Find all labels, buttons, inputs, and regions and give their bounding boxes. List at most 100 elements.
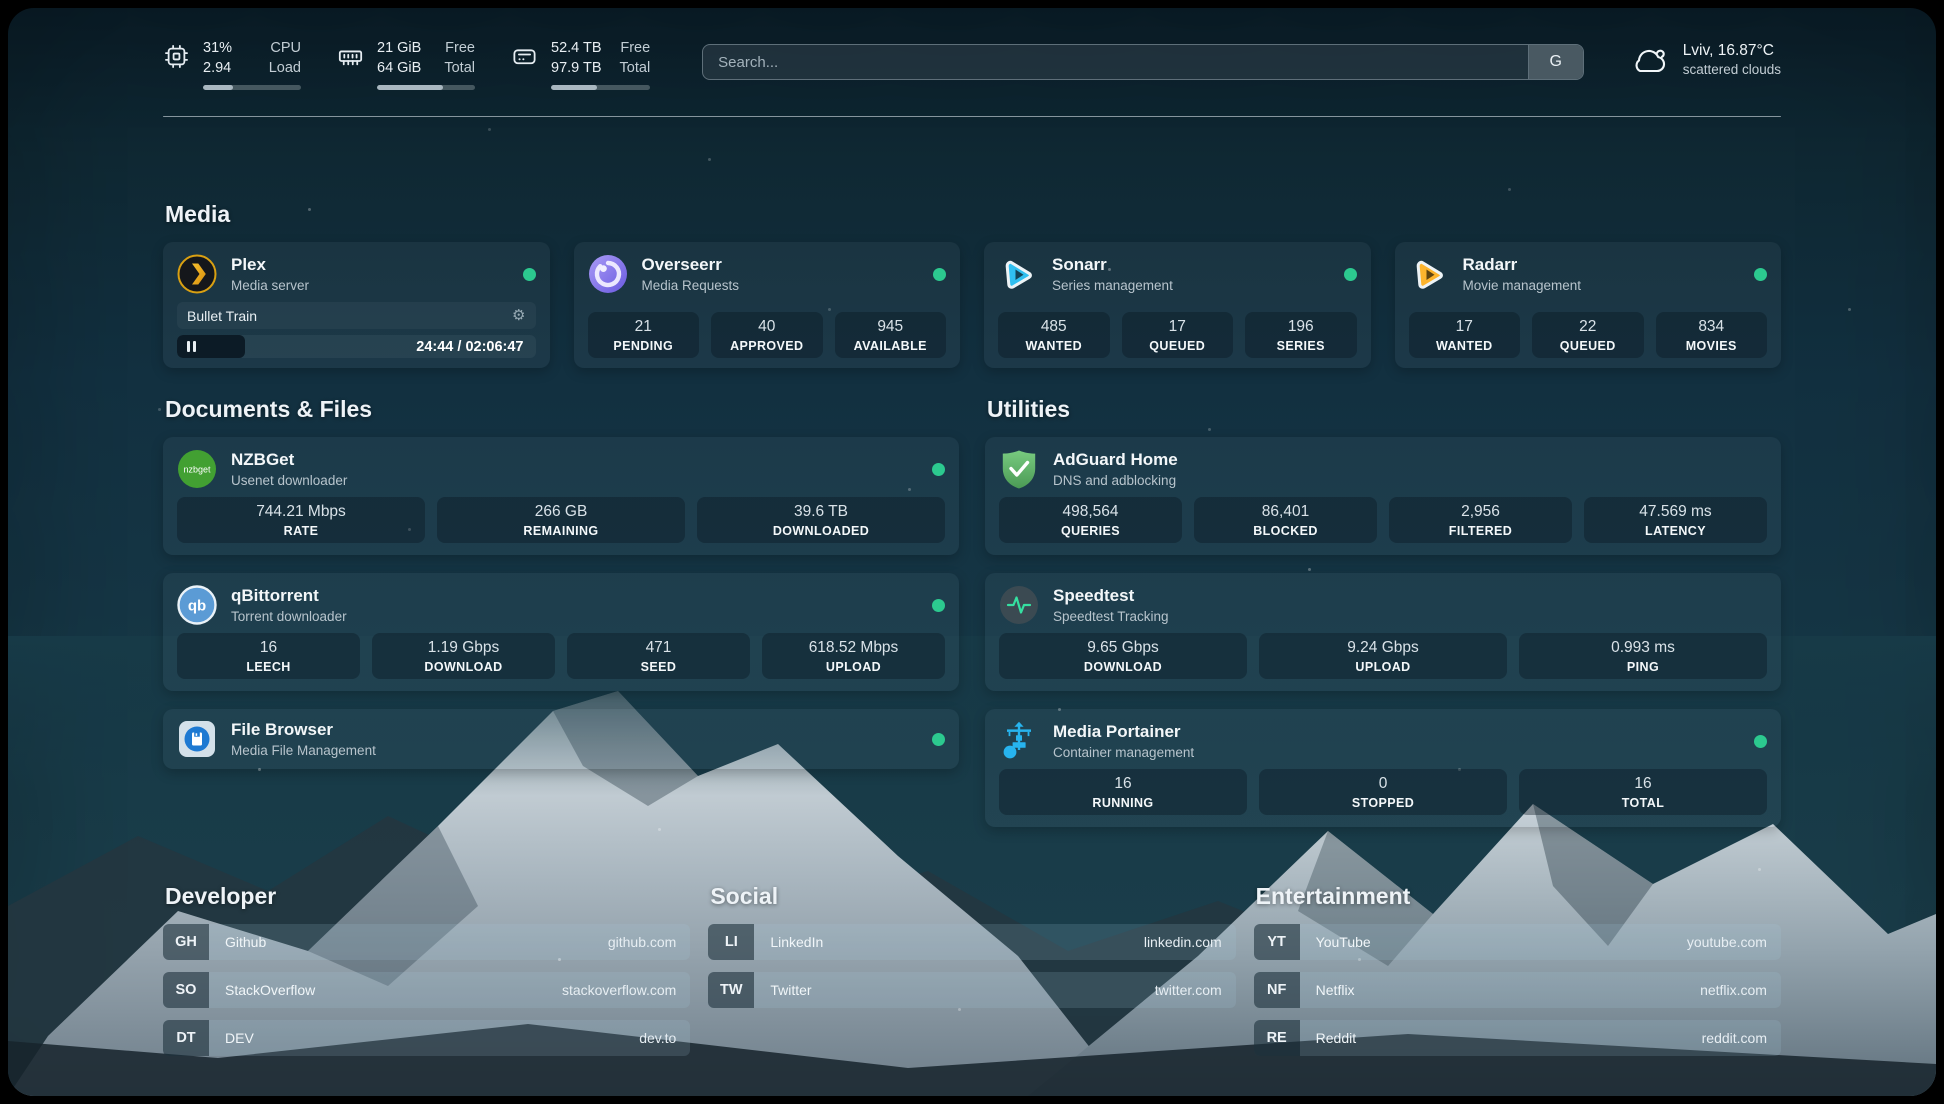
stat-blocked: 86,401 BLOCKED (1194, 497, 1377, 543)
app-subtitle: Media File Management (231, 743, 376, 758)
bookmark-twitter[interactable]: TW Twitter twitter.com (708, 972, 1235, 1008)
speedtest-card[interactable]: Speedtest Speedtest Tracking 9.65 Gbps D… (985, 573, 1781, 691)
header-divider (163, 116, 1781, 118)
bookmark-youtube[interactable]: YT YouTube youtube.com (1254, 924, 1781, 960)
plex-progress-bar[interactable]: 24:44 / 02:06:47 (177, 335, 536, 358)
disk-free: 52.4 TB (551, 38, 602, 58)
section-entertainment: Entertainment YT YouTube youtube.com NF … (1254, 883, 1781, 1056)
bookmark-linkedin[interactable]: LI LinkedIn linkedin.com (708, 924, 1235, 960)
stat-wanted: 17 WANTED (1409, 312, 1521, 358)
app-name: Plex (231, 255, 309, 275)
svg-text:qb: qb (188, 598, 206, 615)
stat-latency: 47.569 ms LATENCY (1584, 497, 1767, 543)
bookmark-abbr: DT (163, 1020, 209, 1056)
adguard-card[interactable]: AdGuard Home DNS and adblocking 498,564 … (985, 437, 1781, 555)
bookmark-abbr: YT (1254, 924, 1300, 960)
plex-time-display: 24:44 / 02:06:47 (416, 339, 535, 355)
weather-location: Lviv, 16.87°C (1683, 42, 1781, 60)
utilities-section-title: Utilities (987, 396, 1781, 423)
filebrowser-card[interactable]: File Browser Media File Management (163, 709, 959, 769)
bookmark-abbr: SO (163, 972, 209, 1008)
bookmark-abbr: TW (708, 972, 754, 1008)
disk-stat-widget: 52.4 TB 97.9 TB Free Total (511, 38, 650, 90)
snow-particles (8, 8, 11, 11)
status-dot (1754, 268, 1767, 281)
section-media: Media Plex (163, 201, 1781, 368)
qbittorrent-card[interactable]: qb qBittorrent Torrent downloader (163, 573, 959, 691)
stat-seed: 471 SEED (567, 633, 750, 679)
plex-card[interactable]: Plex Media server Bullet Train ⚙ (163, 242, 550, 368)
app-subtitle: Container management (1053, 745, 1194, 760)
bookmark-github[interactable]: GH Github github.com (163, 924, 690, 960)
dashboard-root: 31% 2.94 CPU Load (0, 0, 1944, 1104)
search-input[interactable] (702, 44, 1584, 80)
stat-wanted: 485 WANTED (998, 312, 1110, 358)
bookmark-url: reddit.com (1702, 1030, 1767, 1046)
stat-movies: 834 MOVIES (1656, 312, 1768, 358)
cpu-progress-bar (203, 85, 301, 90)
app-subtitle: Speedtest Tracking (1053, 609, 1169, 624)
nzbget-icon: nzbget (177, 449, 217, 489)
nzbget-card[interactable]: nzbget NZBGet Usenet downloader (163, 437, 959, 555)
disk-total: 97.9 TB (551, 58, 602, 78)
cpu-label-2: Load (269, 58, 301, 78)
app-name: Radarr (1463, 255, 1582, 275)
disk-label-2: Total (620, 58, 651, 78)
app-name: Speedtest (1053, 586, 1169, 606)
status-dot (932, 463, 945, 476)
disk-icon (511, 43, 538, 70)
overseerr-icon (588, 254, 628, 294)
bookmark-dev[interactable]: DT DEV dev.to (163, 1020, 690, 1056)
app-subtitle: Movie management (1463, 278, 1582, 293)
app-name: NZBGet (231, 450, 347, 470)
bookmark-url: github.com (608, 934, 676, 950)
documents-section-title: Documents & Files (165, 396, 959, 423)
bookmark-label: LinkedIn (770, 934, 823, 950)
stat-stopped: 0 STOPPED (1259, 769, 1507, 815)
disk-progress-bar (551, 85, 650, 90)
app-subtitle: Media server (231, 278, 309, 293)
sonarr-card[interactable]: Sonarr Series management 485 WANTED (984, 242, 1371, 368)
status-dot (932, 599, 945, 612)
cpu-percent: 31% (203, 38, 232, 58)
weather-widget[interactable]: Lviv, 16.87°C scattered clouds (1630, 42, 1781, 77)
stat-upload: 618.52 Mbps UPLOAD (762, 633, 945, 679)
bookmark-netflix[interactable]: NF Netflix netflix.com (1254, 972, 1781, 1008)
status-dot (1754, 735, 1767, 748)
stat-ping: 0.993 ms PING (1519, 633, 1767, 679)
dashboard-panel: 31% 2.94 CPU Load (8, 8, 1936, 1096)
memory-stat-widget: 21 GiB 64 GiB Free Total (337, 38, 475, 90)
radarr-card[interactable]: Radarr Movie management 17 WANTED 2 (1395, 242, 1782, 368)
gear-icon[interactable]: ⚙ (512, 308, 525, 323)
app-name: Media Portainer (1053, 722, 1194, 742)
stat-series: 196 SERIES (1245, 312, 1357, 358)
stat-filtered: 2,956 FILTERED (1389, 497, 1572, 543)
memory-total: 64 GiB (377, 58, 421, 78)
plex-now-playing-row: Bullet Train ⚙ (177, 302, 536, 329)
stat-queued: 22 QUEUED (1532, 312, 1644, 358)
pause-icon[interactable] (187, 341, 196, 352)
bookmark-stackoverflow[interactable]: SO StackOverflow stackoverflow.com (163, 972, 690, 1008)
sonarr-icon (998, 254, 1038, 294)
section-developer: Developer GH Github github.com SO StackO… (163, 883, 690, 1056)
portainer-card[interactable]: Media Portainer Container management 16 … (985, 709, 1781, 827)
stat-pending: 21 PENDING (588, 312, 700, 358)
radarr-icon (1409, 254, 1449, 294)
bookmark-reddit[interactable]: RE Reddit reddit.com (1254, 1020, 1781, 1056)
search-engine-button[interactable]: G (1528, 45, 1583, 79)
memory-label-1: Free (444, 38, 475, 58)
stat-upload: 9.24 Gbps UPLOAD (1259, 633, 1507, 679)
cloud-icon (1630, 44, 1670, 76)
overseerr-card[interactable]: Overseerr Media Requests 21 PENDING (574, 242, 961, 368)
memory-icon (337, 43, 364, 70)
stat-available: 945 AVAILABLE (835, 312, 947, 358)
media-section-title: Media (165, 201, 1781, 228)
bookmark-label: DEV (225, 1030, 254, 1046)
bookmark-abbr: NF (1254, 972, 1300, 1008)
bookmark-label: Github (225, 934, 266, 950)
app-name: Sonarr (1052, 255, 1173, 275)
memory-progress-bar (377, 85, 475, 90)
svg-text:nzbget: nzbget (183, 465, 211, 475)
entertainment-section-title: Entertainment (1256, 883, 1781, 910)
stat-leech: 16 LEECH (177, 633, 360, 679)
